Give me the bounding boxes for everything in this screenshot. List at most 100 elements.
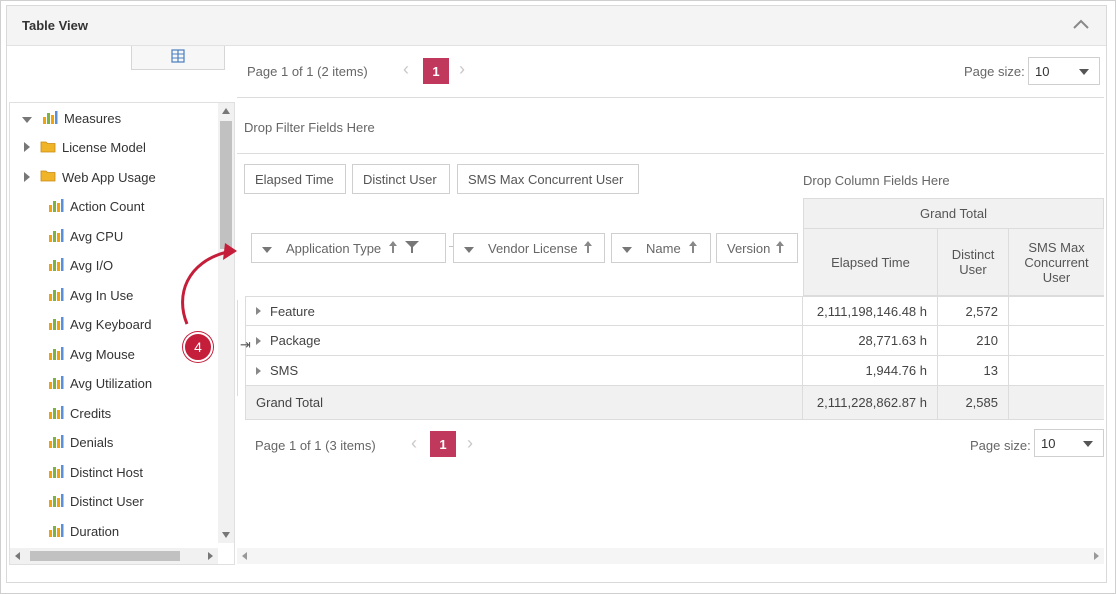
data-cell: 210 [938,326,1009,356]
panel-title: Table View [22,18,88,33]
row-header[interactable]: Feature [245,296,803,326]
data-cell [1009,386,1104,420]
folder-icon [40,169,56,185]
top-pager-prev-icon[interactable]: ‹ [403,59,409,80]
data-cell: 2,111,198,146.48 h [803,296,938,326]
column-header-distinct-user[interactable]: Distinct User [938,229,1009,296]
tree-item[interactable]: Avg I/O [48,255,113,277]
tree-horizontal-scrollbar[interactable] [10,548,218,564]
tree-item-label: Denials [70,435,114,450]
column-header-sms-max-concurrent-user[interactable]: SMS Max Concurrent User [1009,229,1104,296]
layout-toggle-button[interactable] [131,46,225,70]
bottom-pager-next-icon[interactable]: › [467,433,473,454]
tree-item[interactable]: Distinct Host [48,461,143,483]
expand-caret-right-icon[interactable] [24,140,30,155]
top-page-size-label: Page size: [964,64,1025,79]
bottom-page-size-value: 10 [1041,435,1056,451]
bar-chart-icon [48,523,64,540]
top-page-size-select[interactable]: 10 [1028,57,1100,85]
collapse-chevron-up-icon[interactable] [1070,16,1092,34]
bottom-page-size-select[interactable]: 10 [1034,429,1104,457]
expand-caret-right-icon[interactable] [256,336,261,345]
tree-item-label: Avg CPU [70,228,124,244]
bar-chart-icon [48,198,64,215]
expand-caret-right-icon[interactable] [24,170,30,185]
data-field-sms-max-concurrent-user[interactable]: SMS Max Concurrent User [457,164,639,194]
bottom-pager-page-button[interactable]: 1 [430,431,456,457]
column-header-elapsed-time[interactable]: Elapsed Time [803,229,938,296]
data-cell [1009,326,1104,356]
row-header[interactable]: SMS [245,356,803,386]
expand-caret-down-icon[interactable] [22,111,32,126]
bar-chart-icon [48,375,64,392]
bottom-pager-prev-icon[interactable]: ‹ [411,433,417,454]
expand-caret-right-icon[interactable] [256,366,261,375]
data-cell [1009,356,1104,386]
tree-item-label: Avg Mouse [70,346,135,362]
tree-item-label: Duration [70,523,120,539]
expand-caret-right-icon[interactable] [256,307,261,315]
bar-chart-icon [48,493,64,510]
tree-item-label: Distinct Host [70,464,143,480]
tree-item[interactable]: Duration [48,520,119,542]
tree-item-label: Measures [64,110,122,126]
bar-chart-icon [48,287,64,304]
tree-item[interactable]: Avg Keyboard [48,314,151,336]
data-cell [1009,296,1104,326]
top-page-size-value: 10 [1035,63,1050,79]
tree-item-label: Credits [70,405,112,421]
annotation-step-badge: 4 [183,332,213,362]
dropdown-caret-icon [1083,441,1093,447]
tree-item-label: Action Count [70,199,145,214]
data-cell: 2,111,228,862.87 h [803,386,938,420]
grand-total-column-header[interactable]: Grand Total [803,198,1104,229]
tree-item[interactable]: Measures [22,107,121,129]
bar-chart-icon [48,316,64,333]
tree-item[interactable]: Web App Usage [22,166,156,188]
tree-item[interactable]: License Model [22,137,146,159]
grand-total-row-header: Grand Total [245,386,803,420]
data-field-distinct-user[interactable]: Distinct User [352,164,450,194]
filter-drop-zone[interactable]: Drop Filter Fields Here [244,120,375,135]
tree-item-label: Avg Utilization [70,376,153,391]
table-view-panel: Table View Page 1 of 1 (2 items) ‹ 1 › P… [6,5,1107,583]
grid-layout-icon [171,49,185,66]
tree-item-label: Distinct User [70,494,144,509]
row-header[interactable]: Package [245,326,803,356]
tree-item[interactable]: Distinct User [48,491,144,513]
tree-item[interactable]: Avg Utilization [48,373,152,395]
tree-horizontal-scroll-thumb[interactable] [30,551,180,561]
data-cell: 1,944.76 h [803,356,938,386]
tree-item[interactable]: Credits [48,402,111,424]
folder-icon [40,140,56,156]
divider [237,153,1104,154]
top-pager-page-button[interactable]: 1 [423,58,449,84]
row-header-label: Feature [270,303,315,319]
data-field-elapsed-time[interactable]: Elapsed Time [244,164,346,194]
tree-vertical-scroll-thumb[interactable] [220,121,232,249]
tree-item[interactable]: Avg CPU [48,225,123,247]
column-drop-zone[interactable]: Drop Column Fields Here [803,173,950,188]
divider [237,97,1104,98]
dropdown-caret-icon [1079,69,1089,75]
data-cell: 2,572 [938,296,1009,326]
row-header-label: SMS [270,363,299,378]
main-horizontal-scrollbar[interactable] [237,548,1104,564]
row-header-label: Grand Total [256,395,323,410]
bar-chart-icon [48,464,64,481]
tree-item[interactable]: Avg Mouse [48,343,135,365]
tree-item-label: License Model [62,140,146,155]
tree-item[interactable]: Denials [48,432,113,454]
bar-chart-icon [48,257,64,274]
bottom-pager-info: Page 1 of 1 (3 items) [255,438,376,453]
tree-item[interactable]: Avg In Use [48,284,133,306]
bar-chart-icon [48,346,64,363]
bottom-page-size-label: Page size: [970,438,1031,453]
data-cell: 28,771.63 h [803,326,938,356]
pivot-grid: Grand Total Elapsed Time Distinct User S… [245,198,1104,422]
top-pager-next-icon[interactable]: › [459,59,465,80]
bar-chart-icon [42,110,58,127]
bar-chart-icon [48,434,64,451]
tree-item[interactable]: Action Count [48,196,144,218]
bar-chart-icon [48,228,64,245]
